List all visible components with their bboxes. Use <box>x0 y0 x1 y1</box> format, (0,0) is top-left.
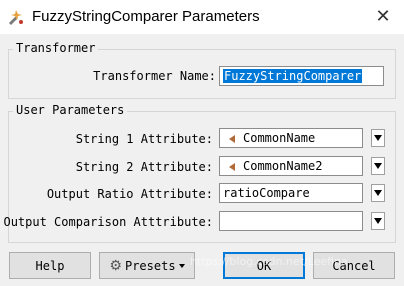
title-bar: FuzzyStringComparer Parameters ✕ <box>0 0 404 34</box>
output-ratio-attribute-label: Output Ratio Attribute: <box>46 187 213 201</box>
dialog-body: Transformer Transformer Name: FuzzyStrin… <box>0 34 404 286</box>
transformer-name-input[interactable]: FuzzyStringComparer <box>219 66 384 86</box>
help-button[interactable]: Help <box>9 252 91 279</box>
cancel-button-label: Cancel <box>332 258 376 273</box>
user-parameters-legend: User Parameters <box>13 103 128 117</box>
string1-attribute-field[interactable]: CommonName <box>219 128 363 148</box>
fme-transformer-icon <box>9 10 23 25</box>
transformer-group-legend: Transformer <box>13 41 99 55</box>
transformer-name-value: FuzzyStringComparer <box>223 69 363 83</box>
string1-dropdown-button[interactable] <box>371 129 385 147</box>
string2-attribute-value: CommonName2 <box>243 159 323 173</box>
attribute-icon <box>229 135 235 143</box>
string2-attribute-field[interactable]: CommonName2 <box>219 156 363 176</box>
cancel-button[interactable]: Cancel <box>313 252 395 279</box>
gear-icon: ⚙ <box>109 257 122 274</box>
transformer-name-label: Transformer Name: <box>93 69 216 83</box>
string2-attribute-label: String 2 Attribute: <box>75 160 213 174</box>
help-button-label: Help <box>35 258 65 273</box>
string2-dropdown-button[interactable] <box>371 157 385 175</box>
close-icon: ✕ <box>375 6 391 27</box>
output-ratio-attribute-value: ratioCompare <box>223 186 310 200</box>
ok-button-label: OK <box>256 258 272 273</box>
output-comparison-attribute-field[interactable] <box>219 211 363 231</box>
attribute-icon <box>229 163 235 171</box>
string1-attribute-value: CommonName <box>243 131 316 145</box>
output-ratio-dropdown-button[interactable] <box>371 184 385 202</box>
close-button[interactable]: ✕ <box>372 6 394 28</box>
chevron-down-icon <box>178 263 185 268</box>
presets-button[interactable]: ⚙ Presets <box>99 252 195 279</box>
output-comparison-dropdown-button[interactable] <box>371 212 385 230</box>
ok-button[interactable]: OK <box>223 252 305 279</box>
presets-button-label: Presets <box>124 258 176 273</box>
string1-attribute-label: String 1 Attribute: <box>75 132 213 146</box>
output-comparison-attribute-label: Output Comparison Atttribute: <box>3 215 213 229</box>
window-title: FuzzyStringComparer Parameters <box>32 8 260 25</box>
output-ratio-attribute-field[interactable]: ratioCompare <box>219 183 363 203</box>
